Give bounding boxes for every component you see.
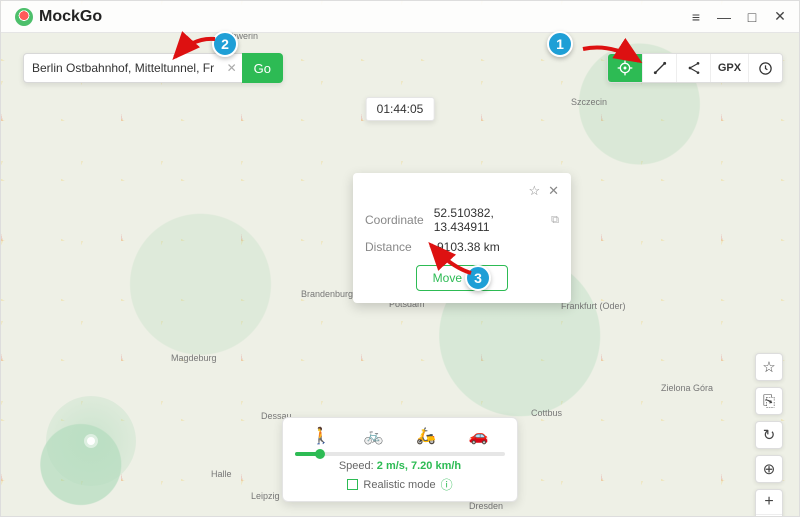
city-label: Magdeburg [171,353,217,363]
locate-me-button[interactable]: ⊕ [755,455,783,483]
clipboard-button[interactable]: ⎘ [755,387,783,415]
clear-search-icon[interactable]: ✕ [222,61,242,75]
speed-readout: Speed: 2 m/s, 7.20 km/h [339,460,461,472]
speed-slider-thumb[interactable] [315,449,325,459]
bike-mode-icon[interactable]: 🚲 [348,426,401,446]
city-label: Cottbus [531,408,562,418]
copy-coordinate-icon[interactable]: ⧉ [551,214,559,227]
minimize-button[interactable]: — [715,8,733,26]
window-buttons: ≡ — □ ✕ [687,8,789,26]
zoom-in-button[interactable]: + [756,490,782,514]
location-popup: ☆ ✕ Coordinate 52.510382, 13.434911 ⧉ Di… [353,173,571,303]
scooter-mode-icon[interactable]: 🛵 [400,426,453,446]
map-side-tools: ☆ ⎘ ↻ ⊕ + − [755,353,783,517]
history-button[interactable] [748,54,782,82]
zoom-control: + − [755,489,783,517]
city-label: Zielona Góra [661,383,713,393]
coordinate-label: Coordinate [365,213,424,227]
city-label: Brandenburg [301,289,353,299]
city-label: Szczecin [571,97,607,107]
menu-icon[interactable]: ≡ [687,8,705,26]
speed-label: Speed: [339,460,374,472]
speed-panel: 🚶 🚲 🛵 🚗 Speed: 2 m/s, 7.20 km/h Realisti… [282,417,518,502]
teleport-mode-button[interactable] [608,54,642,82]
close-button[interactable]: ✕ [771,8,789,26]
favorite-icon[interactable]: ☆ [528,183,540,199]
timer-display: 01:44:05 [366,97,435,121]
move-here-button[interactable]: Move Here [416,265,509,291]
brand-logo-icon [15,8,33,26]
city-label: Dresden [469,501,503,511]
one-stop-route-button[interactable] [642,54,676,82]
reset-button[interactable]: ↻ [755,421,783,449]
city-label: Halle [211,469,232,479]
car-mode-icon[interactable]: 🚗 [453,426,506,446]
target-icon [617,60,633,76]
speed-modes: 🚶 🚲 🛵 🚗 [295,426,505,446]
distance-label: Distance [365,240,427,254]
city-label: Frankfurt (Oder) [561,301,626,311]
gpx-button[interactable]: GPX [710,54,748,82]
route-icon [652,60,668,76]
realistic-mode-label: Realistic mode [363,479,435,491]
realistic-mode-toggle[interactable]: Realistic mode ⓘ [347,476,452,493]
title-bar: MockGo ≡ — □ ✕ [1,1,799,33]
clock-icon [758,61,773,76]
maximize-button[interactable]: □ [743,8,761,26]
coordinate-value: 52.510382, 13.434911 [434,206,537,234]
info-icon[interactable]: ⓘ [441,476,453,493]
share-icon [686,60,702,76]
distance-value: 9103.38 km [437,240,500,254]
favorites-button[interactable]: ☆ [755,353,783,381]
joystick-icon[interactable] [46,396,136,486]
city-label: Leipzig [251,491,280,501]
go-button[interactable]: Go [242,53,283,83]
speed-value: 2 m/s, 7.20 km/h [377,460,461,472]
multi-stop-route-button[interactable] [676,54,710,82]
close-popup-icon[interactable]: ✕ [548,183,559,199]
search-box: ✕ Go [23,53,283,83]
speed-slider[interactable] [295,452,505,456]
search-input[interactable] [24,54,222,82]
checkbox-icon[interactable] [347,479,358,490]
walk-mode-icon[interactable]: 🚶 [295,426,348,446]
mode-toolbar: GPX [607,53,783,83]
app-window: Schwerin Szczecin Berlin Potsdam Magdebu… [0,0,800,517]
brand: MockGo [15,8,102,26]
brand-name: MockGo [39,8,102,26]
